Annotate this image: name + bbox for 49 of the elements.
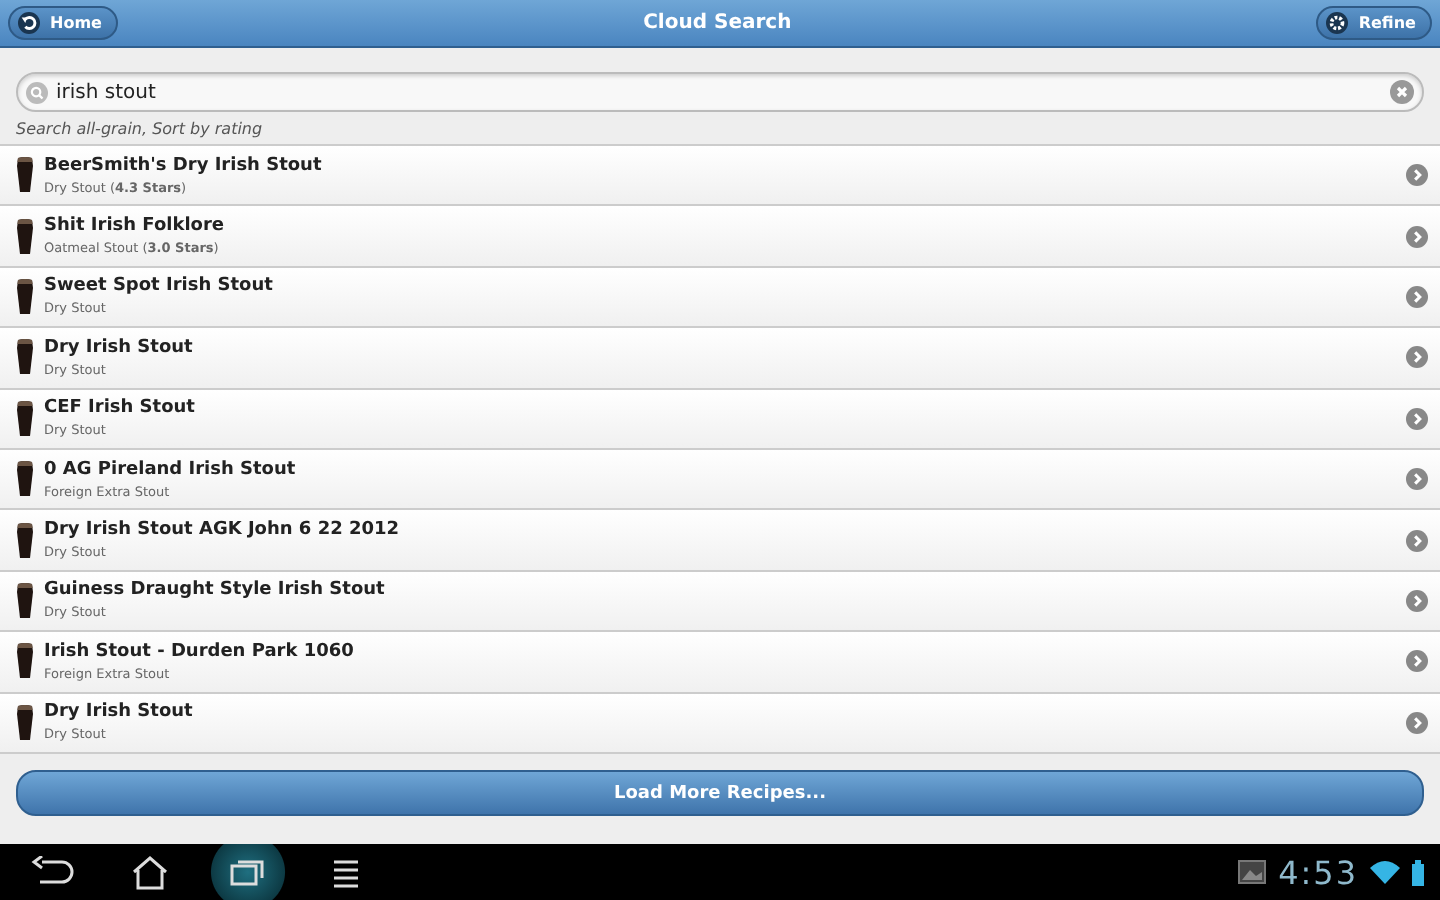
chevron-icon xyxy=(1406,407,1428,430)
search-info: Search all-grain, Sort by rating xyxy=(16,118,265,142)
beer-glass-icon xyxy=(16,217,34,256)
chevron-icon xyxy=(1406,650,1428,673)
back-icon xyxy=(18,12,40,34)
beer-glass-icon xyxy=(16,277,34,316)
beer-glass-icon xyxy=(16,156,34,195)
chevron-icon xyxy=(1406,529,1428,552)
search-icon xyxy=(26,81,48,103)
menu-icon xyxy=(330,856,362,888)
recipe-name: Dry Irish Stout xyxy=(44,702,193,723)
recipe-name: Guiness Draught Style Irish Stout xyxy=(44,580,385,601)
recipe-name: 0 AG Pireland Irish Stout xyxy=(44,459,296,480)
recipe-name: Irish Stout - Durden Park 1060 xyxy=(44,641,354,662)
beer-glass-icon xyxy=(16,460,34,499)
chevron-icon xyxy=(1406,285,1428,308)
recipe-name: BeerSmith's Dry Irish Stout xyxy=(44,155,322,176)
recipe-name: Dry Irish Stout AGK John 6 22 2012 xyxy=(44,520,400,541)
chevron-icon xyxy=(1406,468,1428,491)
beer-glass-icon xyxy=(16,338,34,377)
clock-time: 4:53 xyxy=(1278,853,1358,891)
back-icon xyxy=(30,856,74,888)
home-icon xyxy=(130,854,170,890)
home-button[interactable]: Home xyxy=(8,6,118,40)
recipe-name: Sweet Spot Irish Stout xyxy=(44,276,273,297)
beer-glass-icon xyxy=(16,581,34,620)
clear-icon[interactable] xyxy=(1390,80,1414,104)
chevron-icon xyxy=(1406,589,1428,612)
beer-glass-icon xyxy=(16,703,34,742)
image-icon xyxy=(1238,860,1267,884)
beer-glass-icon xyxy=(16,642,34,681)
chevron-icon xyxy=(1406,346,1428,369)
chevron-icon xyxy=(1406,164,1428,187)
battery-icon xyxy=(1412,859,1424,885)
beer-glass-icon xyxy=(16,521,34,560)
settings-icon xyxy=(1326,12,1349,34)
load-more-button[interactable]: Load More Recipes... xyxy=(16,770,1424,817)
page-title: Cloud Search xyxy=(643,12,792,34)
chevron-icon xyxy=(1406,711,1428,734)
beer-glass-icon xyxy=(16,399,34,438)
recent-apps-icon xyxy=(228,856,268,888)
search-field[interactable]: irish stout xyxy=(56,81,1382,103)
chevron-icon xyxy=(1406,225,1428,248)
recipe-name: Dry Irish Stout xyxy=(44,337,193,358)
wifi-icon xyxy=(1370,860,1400,884)
recipe-name: Shit Irish Folklore xyxy=(44,216,225,237)
refine-button[interactable]: Refine xyxy=(1316,6,1432,40)
search-bar[interactable]: irish stout xyxy=(16,72,1424,112)
recipe-name: CEF Irish Stout xyxy=(44,398,195,419)
